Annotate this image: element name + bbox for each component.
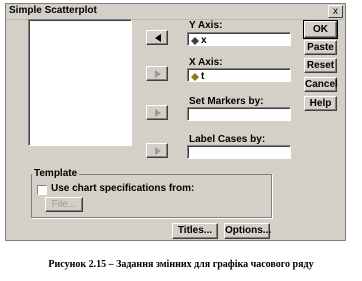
help-button[interactable]: Help [304,96,337,111]
window-title: Simple Scatterplot [9,5,97,16]
y-axis-value: x [201,35,207,46]
label-cases-label: Label Cases by: [189,134,266,145]
scatterplot-dialog: Simple Scatterplot x Y Axis: x X Axis: t… [5,3,346,241]
arrow-right-icon [155,147,161,155]
use-chart-spec-checkbox[interactable] [37,185,47,195]
options-button[interactable]: Options... [224,223,271,239]
x-axis-label: X Axis: [189,57,223,68]
file-button[interactable]: File... [45,197,83,212]
scale-variable-icon [191,72,199,81]
markers-field[interactable] [187,107,291,121]
figure-caption: Рисунок 2.15 – Задання змінних для графі… [48,259,314,270]
y-axis-label: Y Axis: [189,20,223,31]
x-axis-value: t [201,71,205,82]
arrow-left-icon [155,34,161,42]
use-chart-spec-label: Use chart specifications from: [51,183,195,194]
move-to-label-cases-button[interactable] [146,143,168,158]
titles-button[interactable]: Titles... [172,223,218,239]
markers-label: Set Markers by: [189,96,264,107]
move-to-x-axis-button[interactable] [146,66,168,81]
y-axis-field[interactable]: x [187,32,291,46]
x-axis-field[interactable]: t [187,68,291,82]
move-to-y-axis-button[interactable] [146,30,168,45]
ok-button[interactable]: OK [303,20,338,39]
arrow-right-icon [155,70,161,78]
title-bar: Simple Scatterplot x [6,4,345,20]
label-cases-field[interactable] [187,145,291,159]
cancel-button[interactable]: Cancel [304,77,338,92]
move-to-markers-button[interactable] [146,105,168,120]
close-button[interactable]: x [328,5,343,18]
reset-button[interactable]: Reset [304,58,337,73]
scale-variable-icon [191,36,199,45]
paste-button[interactable]: Paste [304,40,337,55]
template-group-label: Template [32,168,80,179]
arrow-right-icon [155,109,161,117]
variable-list[interactable] [28,19,132,146]
